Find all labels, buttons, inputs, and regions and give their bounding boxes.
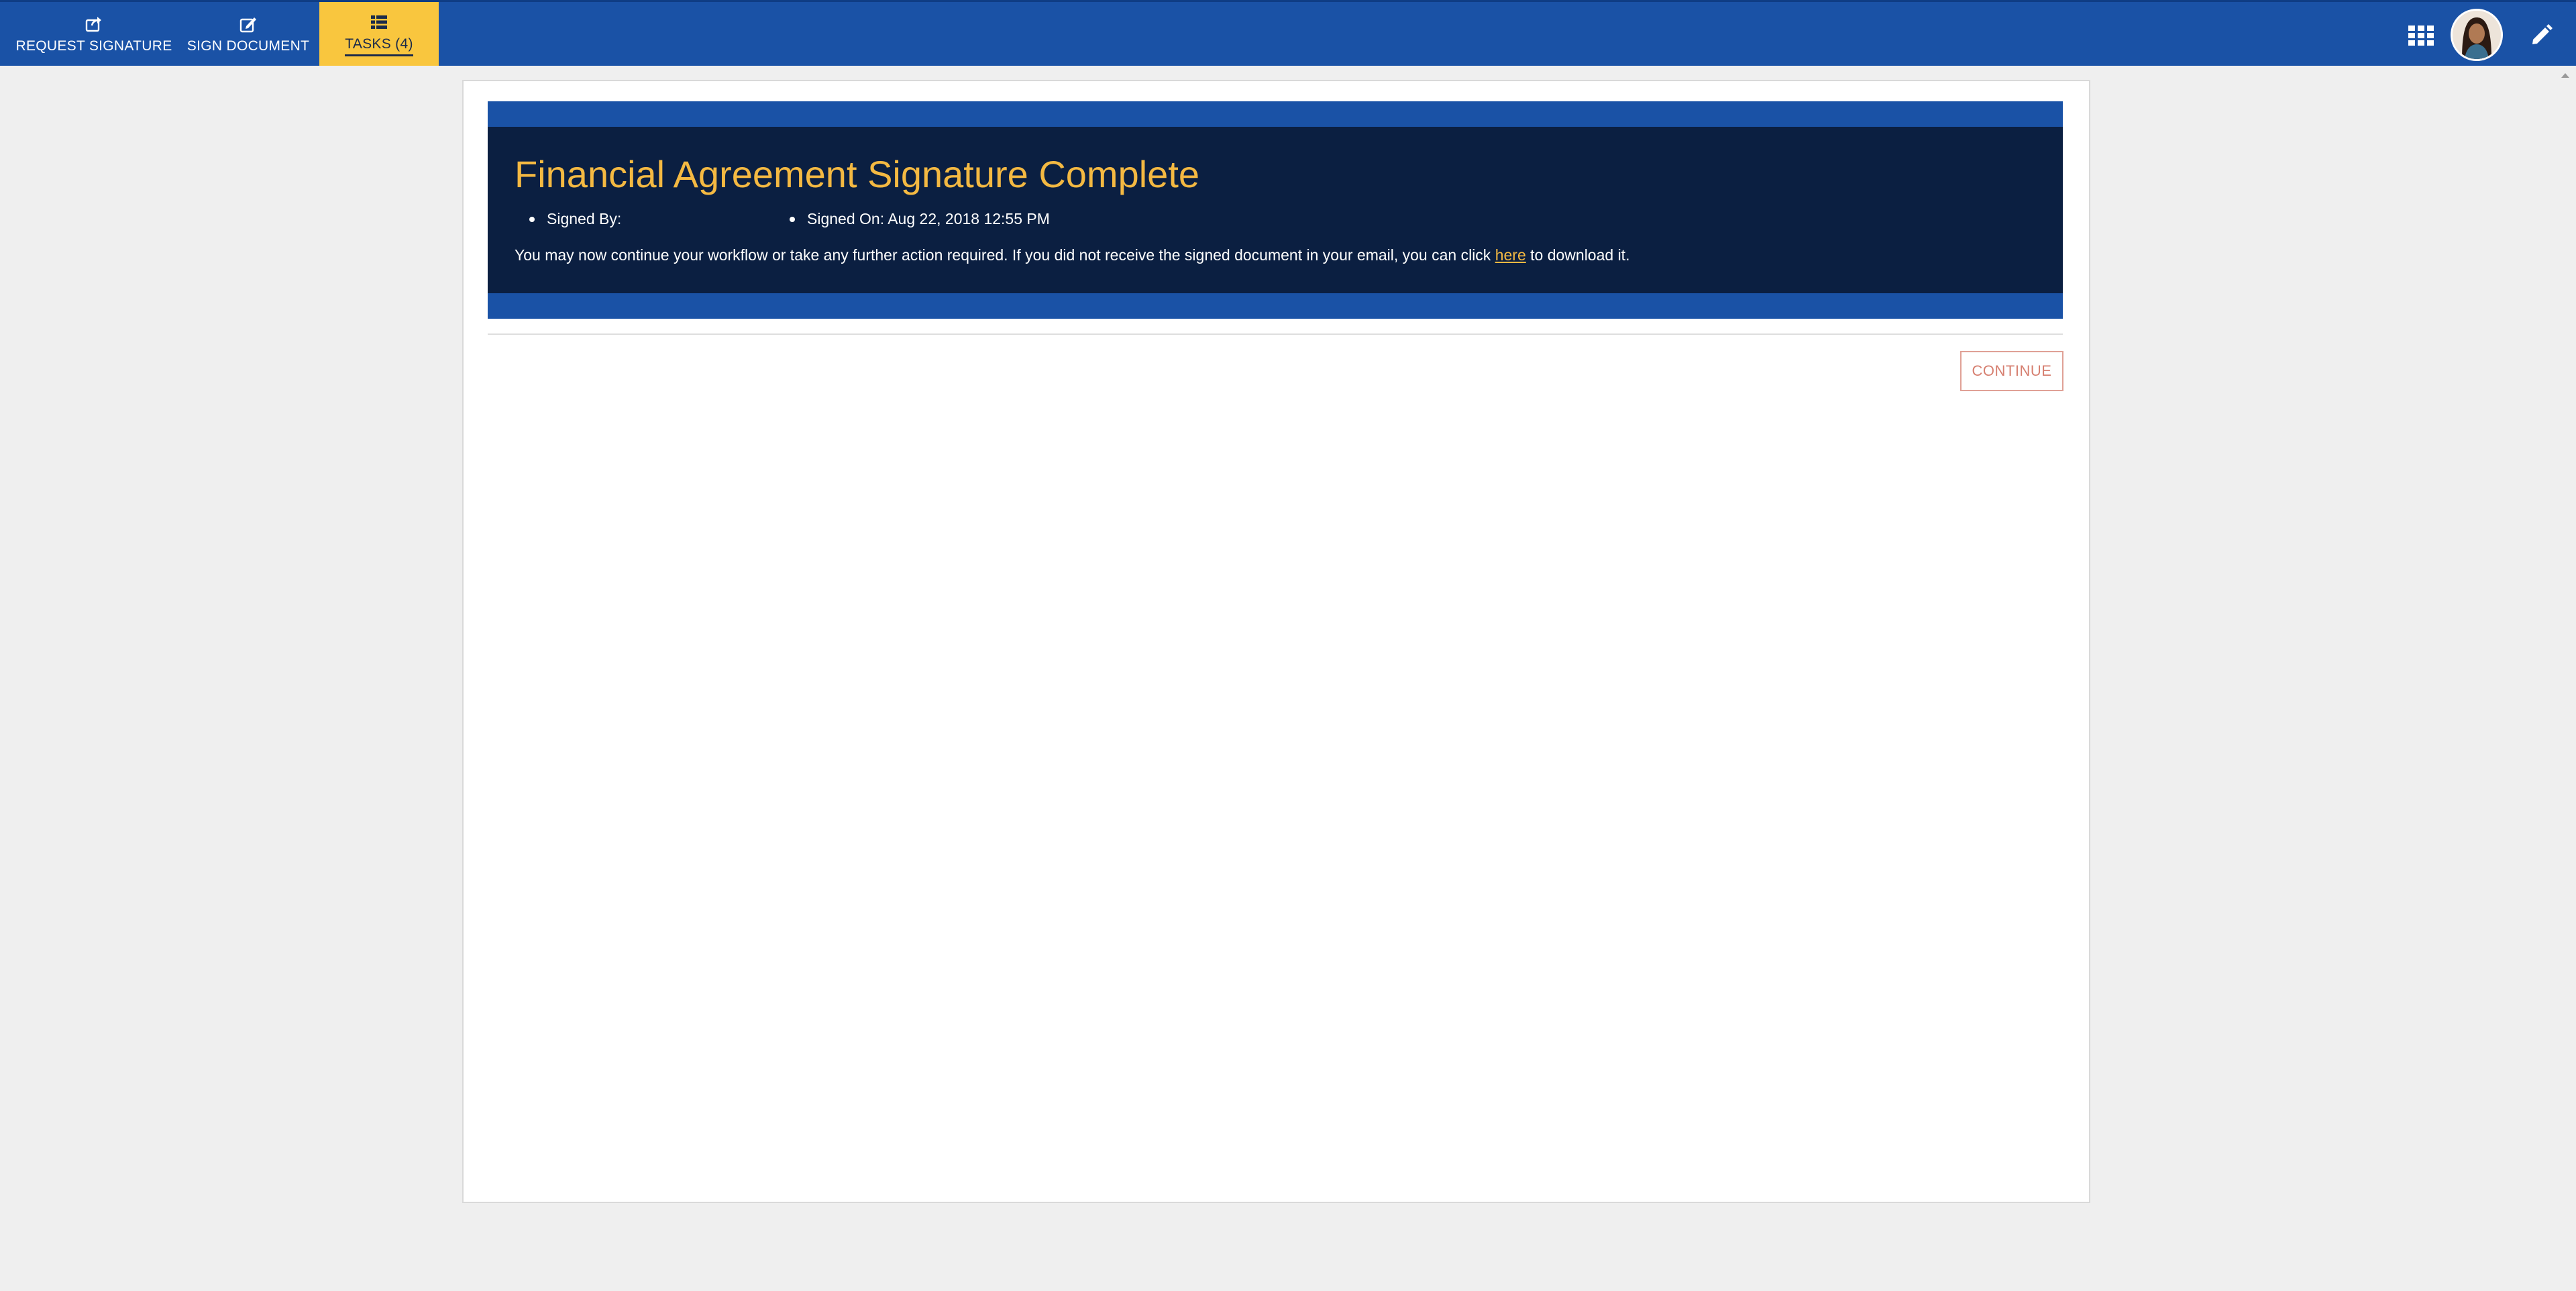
edit-icon [239,17,256,32]
signed-on-item: Signed On: Aug 22, 2018 12:55 PM [790,210,1050,228]
signed-by-item: Signed By: [529,210,622,228]
scroll-up-arrow-icon[interactable] [2560,71,2571,79]
divider [488,333,2063,335]
grid-icon[interactable] [2408,25,2434,46]
nav-request-signature-label: REQUEST SIGNATURE [15,38,172,54]
content-card: Financial Agreement Signature Complete S… [462,80,2090,1203]
nav-tasks[interactable]: TASKS (4) [319,2,439,66]
nav-request-signature[interactable]: REQUEST SIGNATURE [9,2,178,66]
pencil-icon[interactable] [2529,22,2553,46]
signed-by-label: Signed By: [547,210,622,227]
nav-sign-document-label: SIGN DOCUMENT [186,38,310,54]
message-text-before: You may now continue your workflow or ta… [515,246,1495,264]
top-navigation-bar: REQUEST SIGNATURE SIGN DOCUMENT TASKS (4… [0,0,2576,66]
signature-meta-list: Signed By: Signed On: Aug 22, 2018 12:55… [515,210,1454,230]
avatar[interactable] [2451,9,2503,61]
completion-banner: Financial Agreement Signature Complete S… [488,101,2063,319]
signed-on-value: Aug 22, 2018 12:55 PM [888,210,1050,227]
list-icon [371,15,387,29]
signed-on-label: Signed On: [807,210,885,227]
continue-button[interactable]: CONTINUE [1960,351,2063,391]
download-here-link[interactable]: here [1495,246,1526,264]
completion-message: You may now continue your workflow or ta… [515,246,1629,264]
page-title: Financial Agreement Signature Complete [515,153,1200,195]
message-text-after: to download it. [1525,246,1630,264]
user-avatar-icon [2453,11,2501,59]
nav-tasks-label: TASKS (4) [345,36,413,56]
share-icon [85,16,101,32]
nav-sign-document[interactable]: SIGN DOCUMENT [181,2,315,66]
